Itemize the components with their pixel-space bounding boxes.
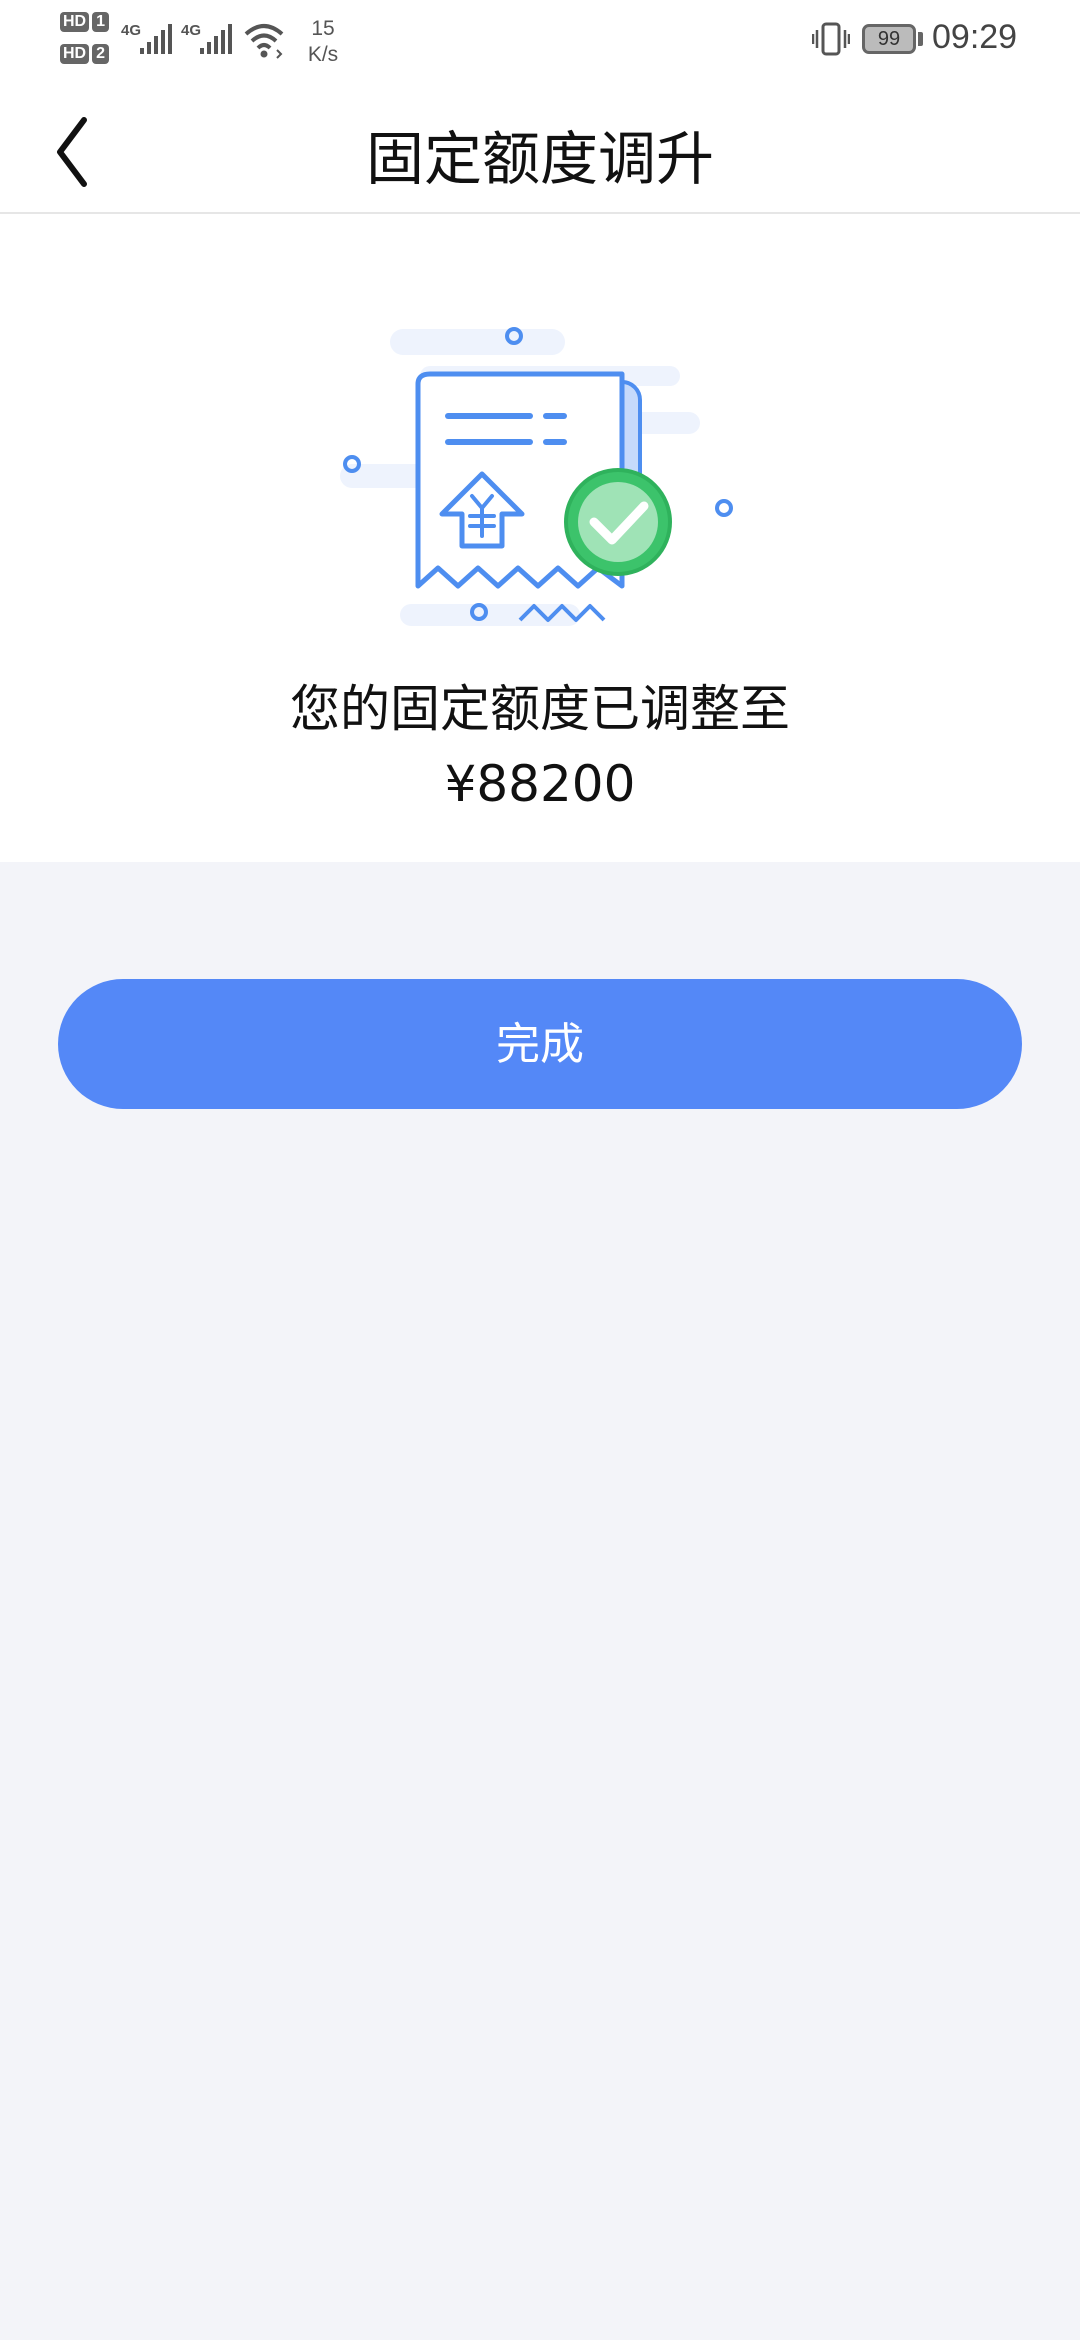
vibrate-icon [812, 22, 850, 56]
battery-icon: 99 [862, 24, 916, 54]
clock: 09:29 [932, 18, 1018, 56]
navigation-bar: 固定额度调升 [0, 82, 1080, 214]
receipt-success-icon [340, 327, 733, 626]
sim1-badge: HD 1 [60, 12, 112, 34]
result-message: 您的固定额度已调整至 [290, 680, 790, 738]
result-card: 您的固定额度已调整至 ¥88200 [0, 214, 1080, 862]
sim2-badge: HD 2 [60, 44, 112, 66]
status-bar: HD 1 HD 2 4G 4G 15 K/s 99 09:29 [0, 0, 1080, 82]
signal-icon [140, 24, 172, 54]
done-button[interactable]: 完成 [58, 979, 1022, 1109]
result-amount: ¥88200 [444, 755, 636, 813]
page-title: 固定额度调升 [365, 125, 714, 193]
wifi-icon [244, 24, 284, 59]
battery-tip [918, 32, 923, 46]
signal-icon [200, 24, 232, 54]
network-speed: 15 K/s [307, 17, 339, 66]
